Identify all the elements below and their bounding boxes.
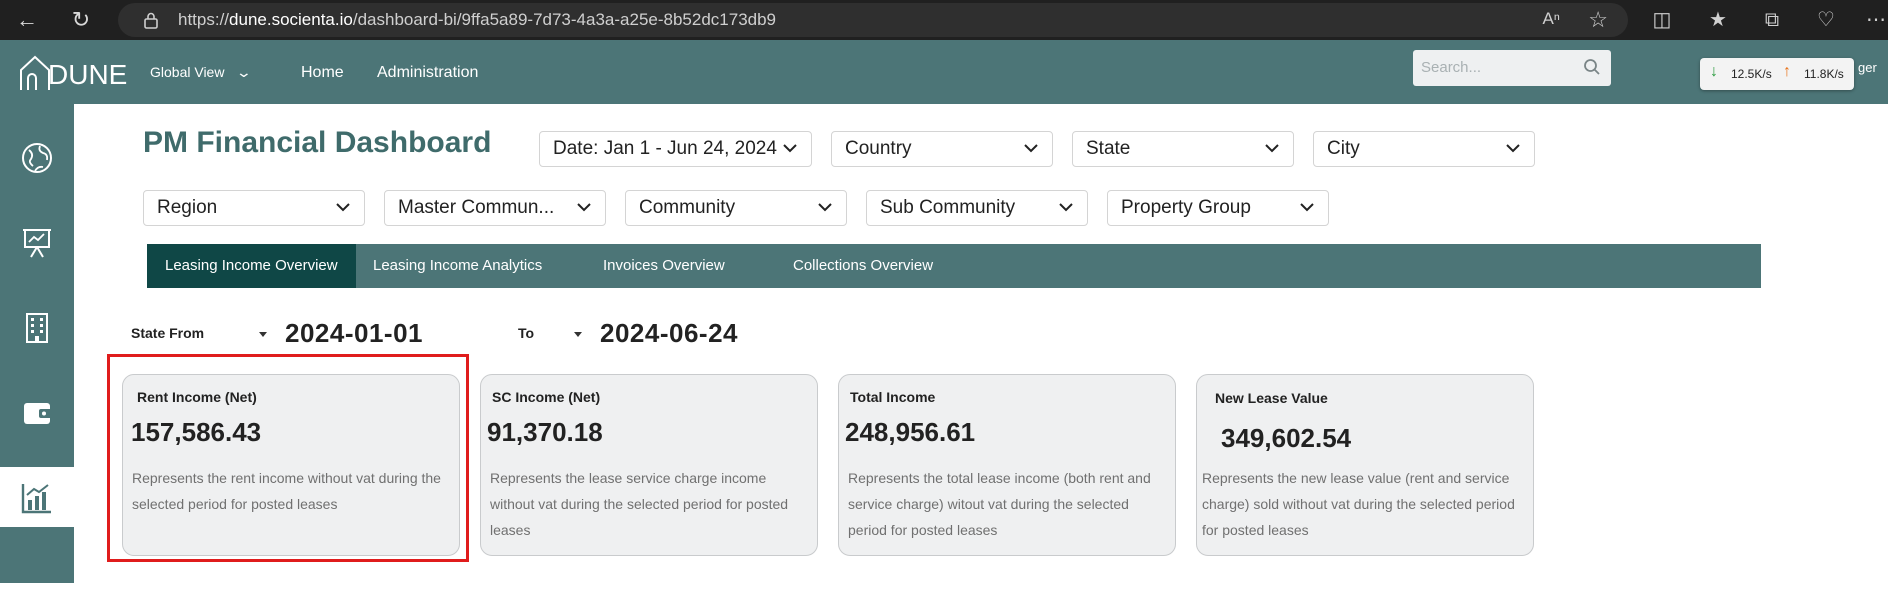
collections-icon[interactable]: ⧉: [1758, 6, 1786, 34]
reload-icon[interactable]: ↻: [68, 7, 94, 33]
read-aloud-icon[interactable]: Aⁿ: [1542, 9, 1560, 29]
to-value[interactable]: 2024-06-24: [600, 318, 738, 349]
highlight-box: [107, 354, 469, 562]
dropdown-label: Region: [157, 197, 218, 218]
kpi-card-sc-income: SC Income (Net) 91,370.18 Represents the…: [480, 374, 818, 556]
favorite-star-icon[interactable]: ☆: [1588, 7, 1608, 33]
upload-arrow-icon: ↑: [1783, 63, 1791, 80]
sidebar-item-globe[interactable]: [0, 127, 74, 187]
partial-icon: [29, 584, 45, 600]
card-title: Total Income: [850, 389, 936, 405]
dropdown-label: Property Group: [1121, 197, 1251, 218]
dropdown-label: Master Commun...: [398, 197, 555, 218]
wallet-icon: [24, 403, 52, 424]
sidebar-item-buildings[interactable]: [0, 297, 74, 357]
state-from-value[interactable]: 2024-01-01: [285, 318, 423, 349]
health-icon[interactable]: ♡: [1812, 6, 1840, 34]
dropdown-label: Country: [845, 138, 912, 159]
chart-icon: [21, 484, 51, 514]
search-input[interactable]: Search...: [1413, 50, 1611, 86]
card-value: 248,956.61: [845, 417, 976, 447]
caret-down-icon[interactable]: [259, 332, 267, 337]
dropdown-label: State: [1086, 138, 1131, 159]
region-dropdown[interactable]: Region: [143, 190, 365, 226]
more-icon[interactable]: ⋯: [1862, 6, 1888, 34]
network-speed-widget: ↓ 12.5K/s ↑ 11.8K/s: [1700, 58, 1854, 90]
logo-text: DUNE: [48, 59, 128, 90]
sidebar: [0, 104, 74, 600]
tab-leasing-income-analytics[interactable]: Leasing Income Analytics: [373, 244, 542, 288]
chevron-down-icon: [1506, 144, 1520, 153]
split-screen-icon[interactable]: ◫: [1648, 6, 1676, 34]
chevron-down-icon: [1265, 144, 1279, 153]
card-value: 349,602.54: [1221, 423, 1352, 453]
chevron-down-icon: [1300, 203, 1314, 212]
presentation-icon: [23, 229, 51, 258]
global-view-label: Global View: [150, 64, 225, 80]
chevron-down-icon: [1024, 144, 1038, 153]
sidebar-item-wallet[interactable]: [0, 382, 74, 442]
dropdown-label: City: [1327, 138, 1360, 159]
dropdown-label: Date: Jan 1 - Jun 24, 2024: [553, 138, 777, 159]
sidebar-item-presentation[interactable]: [0, 212, 74, 272]
globe-icon: [22, 143, 52, 173]
download-speed: 12.5K/s: [1731, 67, 1772, 81]
address-bar[interactable]: https://dune.socienta.io/dashboard-bi/9f…: [118, 3, 1628, 37]
app-header: DUNE Global View ⌄ Home Administration Se…: [0, 40, 1888, 104]
date-range-dropdown[interactable]: Date: Jan 1 - Jun 24, 2024: [539, 131, 812, 167]
card-title: SC Income (Net): [492, 389, 601, 405]
card-description: Represents the new lease value (rent and…: [1202, 470, 1515, 538]
master-community-dropdown[interactable]: Master Commun...: [384, 190, 606, 226]
caret-down-icon[interactable]: [574, 332, 582, 337]
city-dropdown[interactable]: City: [1313, 131, 1535, 167]
nav-home[interactable]: Home: [301, 64, 344, 82]
download-arrow-icon: ↓: [1710, 63, 1718, 80]
sidebar-item-analytics[interactable]: [0, 467, 74, 527]
chevron-down-icon: ⌄: [236, 64, 253, 80]
tab-invoices-overview[interactable]: Invoices Overview: [603, 244, 725, 288]
card-title: New Lease Value: [1215, 390, 1328, 406]
search-placeholder: Search...: [1421, 59, 1482, 76]
card-value: 91,370.18: [487, 417, 603, 447]
user-name-fragment[interactable]: ger: [1858, 60, 1877, 75]
state-from-label: State From: [131, 325, 205, 341]
dropdown-label: Community: [639, 197, 736, 218]
dropdown-label: Sub Community: [880, 197, 1016, 218]
url-text: https://dune.socienta.io/dashboard-bi/9f…: [178, 10, 777, 29]
property-group-dropdown[interactable]: Property Group: [1107, 190, 1329, 226]
dashboard-tabs: Leasing Income Overview Leasing Income A…: [147, 244, 1761, 288]
back-arrow-icon[interactable]: ←: [14, 7, 40, 33]
chevron-down-icon: [818, 203, 832, 212]
global-view-dropdown[interactable]: Global View ⌄: [150, 64, 253, 81]
chevron-down-icon: [783, 144, 797, 153]
tab-collections-overview[interactable]: Collections Overview: [793, 244, 933, 288]
building-icon: [26, 313, 48, 343]
sidebar-item-more[interactable]: [0, 552, 74, 612]
to-label: To: [518, 325, 535, 341]
sub-community-dropdown[interactable]: Sub Community: [866, 190, 1088, 226]
upload-speed: 11.8K/s: [1804, 67, 1844, 81]
kpi-card-new-lease-value: New Lease Value 349,602.54 Represents th…: [1196, 374, 1534, 556]
chevron-down-icon: [1059, 203, 1073, 212]
search-icon[interactable]: [1583, 58, 1601, 76]
dune-logo-icon: [20, 55, 50, 90]
favorites-icon[interactable]: ★: [1704, 6, 1732, 34]
tab-leasing-income-overview[interactable]: Leasing Income Overview: [147, 244, 356, 288]
card-description: Represents the total lease income (both …: [848, 470, 1151, 538]
nav-administration[interactable]: Administration: [377, 64, 478, 82]
kpi-card-total-income: Total Income 248,956.61 Represents the t…: [838, 374, 1176, 556]
browser-toolbar: ← ↻ https://dune.socienta.io/dashboard-b…: [0, 0, 1888, 40]
page-title: PM Financial Dashboard: [143, 126, 492, 159]
community-dropdown[interactable]: Community: [625, 190, 847, 226]
card-description: Represents the lease service charge inco…: [490, 470, 789, 538]
lock-icon: [144, 12, 158, 29]
chevron-down-icon: [336, 203, 350, 212]
state-dropdown[interactable]: State: [1072, 131, 1294, 167]
chevron-down-icon: [577, 203, 591, 212]
country-dropdown[interactable]: Country: [831, 131, 1053, 167]
